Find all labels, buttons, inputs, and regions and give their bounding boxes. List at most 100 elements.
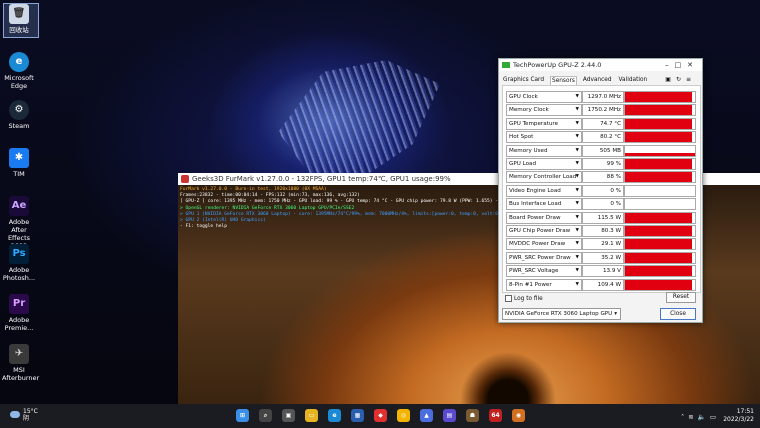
msi-afterburner-icon: ✈ xyxy=(9,344,29,364)
gpu-select[interactable]: NVIDIA GeForce RTX 3060 Laptop GPU ▾ xyxy=(502,308,621,320)
sensor-value: 109.4 W xyxy=(582,278,624,291)
app-red-icon[interactable]: ◆ xyxy=(374,409,387,422)
desktop-icon-steam[interactable]: ⚙ Steam xyxy=(2,100,36,130)
chevron-down-icon: ▼ xyxy=(575,94,579,99)
store-icon[interactable]: ▦ xyxy=(351,409,364,422)
chevron-down-icon: ▼ xyxy=(575,268,579,274)
chevron-down-icon: ▼ xyxy=(575,134,579,140)
sensor-value: 115.5 W xyxy=(582,211,624,224)
sensor-row: GPU Clock ▼ 1297.0 MHz xyxy=(506,91,696,103)
sensor-row: Memory Used ▼ 505 MB xyxy=(506,144,696,157)
close-button[interactable]: Close xyxy=(660,308,696,320)
sensor-graph xyxy=(624,184,696,197)
sensor-list: GPU Clock ▼ 1297.0 MHz Memory Clock ▼ 1750.2 … xyxy=(502,85,701,293)
weather-widget[interactable]: 15°C 阴 xyxy=(10,408,38,422)
sensor-label[interactable]: GPU Temperature ▼ xyxy=(506,117,582,130)
volume-icon[interactable]: 🔈 xyxy=(698,413,710,421)
sensor-name: GPU Load xyxy=(509,161,536,167)
sensor-graph xyxy=(624,265,696,278)
desktop-icon-recycle-bin[interactable]: 🗑 回收站 xyxy=(2,4,36,34)
system-tray[interactable]: ˄≋🔈▭ xyxy=(681,413,720,421)
sensor-value: 88 % xyxy=(582,171,624,184)
desktop-icon-photoshop[interactable]: Ps Adobe Photosh... xyxy=(2,244,36,282)
sensor-graph-fill xyxy=(625,153,695,156)
sensor-label[interactable]: GPU Load ▼ xyxy=(506,158,582,170)
gpuz-title-bar[interactable]: TechPowerUp GPU-Z 2.44.0 –□✕ xyxy=(499,59,702,71)
sensor-label[interactable]: Memory Used ▼ xyxy=(506,144,582,157)
clock-date: 2022/3/22 xyxy=(723,416,754,423)
sensor-label[interactable]: Memory Controller Load ▼ xyxy=(506,171,582,184)
sensor-value: 35.2 W xyxy=(582,251,624,264)
gpuz-title: TechPowerUp GPU-Z 2.44.0 xyxy=(513,61,602,69)
sensor-graph xyxy=(624,117,696,130)
wifi-icon[interactable]: ≋ xyxy=(688,413,697,421)
sensor-value: 1297.0 MHz xyxy=(582,91,624,103)
sensor-label[interactable]: MVDDC Power Draw ▼ xyxy=(506,238,582,251)
chrome-icon[interactable]: ◎ xyxy=(397,409,410,422)
gpu-z-icon[interactable]: 64 xyxy=(489,409,502,422)
tab-validation[interactable]: Validation xyxy=(618,76,649,85)
sensor-label[interactable]: Hot Spot ▼ xyxy=(506,131,582,144)
sensor-name: Memory Controller Load xyxy=(509,174,577,181)
chevron-down-icon: ▼ xyxy=(575,241,579,247)
sensor-label[interactable]: PWR_SRC Voltage ▼ xyxy=(506,265,582,278)
sensor-graph-fill xyxy=(625,172,692,183)
menu-icon[interactable]: ≡ xyxy=(686,76,696,83)
window-controls[interactable]: –□✕ xyxy=(665,59,699,71)
start-icon[interactable]: ⊞ xyxy=(236,409,249,422)
sensor-name: Memory Clock xyxy=(509,107,549,114)
desktop-icon-tim[interactable]: ✱ TIM xyxy=(2,148,36,178)
photoshop-icon: Ps xyxy=(9,244,29,264)
sensor-value: 13.9 V xyxy=(582,265,624,278)
desktop-icon-label: Steam xyxy=(8,122,30,130)
sensor-label[interactable]: Memory Clock ▼ xyxy=(506,104,582,117)
reset-button[interactable]: Reset xyxy=(666,292,696,303)
task-view-icon[interactable]: ▣ xyxy=(282,409,295,422)
sensor-label[interactable]: 8-Pin #1 Power ▼ xyxy=(506,278,582,291)
refresh-icon[interactable]: ↻ xyxy=(676,76,686,83)
gpuz-window[interactable]: TechPowerUp GPU-Z 2.44.0 –□✕ Graphics Ca… xyxy=(498,58,703,323)
sensor-label[interactable]: PWR_SRC Power Draw ▼ xyxy=(506,251,582,264)
file-explorer-icon[interactable]: ▭ xyxy=(305,409,318,422)
sensor-label[interactable]: GPU Chip Power Draw ▼ xyxy=(506,225,582,237)
sensor-label[interactable]: Board Power Draw ▼ xyxy=(506,211,582,224)
sensor-value: 0 % xyxy=(582,198,624,211)
log-to-file-option[interactable]: Log to file xyxy=(505,295,543,302)
tab-advanced[interactable]: Advanced xyxy=(582,76,613,85)
desktop-icon-edge[interactable]: e Microsoft Edge xyxy=(2,52,36,90)
clock[interactable]: 17:51 2022/3/22 xyxy=(723,408,754,424)
sensor-graph-fill xyxy=(625,105,692,116)
sensor-graph xyxy=(624,104,696,117)
sensor-row: PWR_SRC Voltage ▼ 13.9 V xyxy=(506,265,696,278)
sensor-graph-fill xyxy=(625,159,692,169)
tab-sensors[interactable]: Sensors xyxy=(550,76,577,85)
sensor-label[interactable]: Video Engine Load ▼ xyxy=(506,184,582,197)
sensor-name: Board Power Draw xyxy=(509,214,561,221)
chevron-down-icon: ▼ xyxy=(575,120,579,126)
camera-icon[interactable]: ▣ xyxy=(665,76,676,83)
chevron-down-icon: ▼ xyxy=(575,174,579,180)
sensor-value: 29.1 W xyxy=(582,238,624,251)
premiere-icon: Pr xyxy=(9,294,29,314)
sensor-row: Memory Clock ▼ 1750.2 MHz xyxy=(506,104,696,117)
sensor-name: GPU Chip Power Draw xyxy=(509,228,571,234)
desktop-icon-label: TIM xyxy=(13,170,25,178)
log-to-file-checkbox[interactable] xyxy=(505,295,512,302)
sensor-label[interactable]: GPU Clock ▼ xyxy=(506,91,582,103)
sensor-label[interactable]: Bus Interface Load ▼ xyxy=(506,198,582,211)
desktop-icon-msi-afterburner[interactable]: ✈ MSI Afterburner xyxy=(2,344,39,382)
furmark-icon[interactable]: ◉ xyxy=(512,409,525,422)
app-game-icon[interactable]: ☗ xyxy=(466,409,479,422)
desktop-icon-after-effects[interactable]: Ae Adobe After Effects 2022 xyxy=(2,196,36,250)
sensor-row: Board Power Draw ▼ 115.5 W xyxy=(506,211,696,224)
desktop-icon-premiere[interactable]: Pr Adobe Premie... xyxy=(2,294,36,332)
weather-temp: 15°C xyxy=(23,408,38,415)
app-purple-icon[interactable]: ▤ xyxy=(443,409,456,422)
sensor-graph xyxy=(624,211,696,224)
battery-icon[interactable]: ▭ xyxy=(710,413,720,421)
sensor-row: 8-Pin #1 Power ▼ 109.4 W xyxy=(506,278,696,291)
app-blue-icon[interactable]: ▲ xyxy=(420,409,433,422)
tab-graphics-card[interactable]: Graphics Card xyxy=(502,76,545,85)
edge-icon[interactable]: e xyxy=(328,409,341,422)
search-icon[interactable]: ⌕ xyxy=(259,409,272,422)
